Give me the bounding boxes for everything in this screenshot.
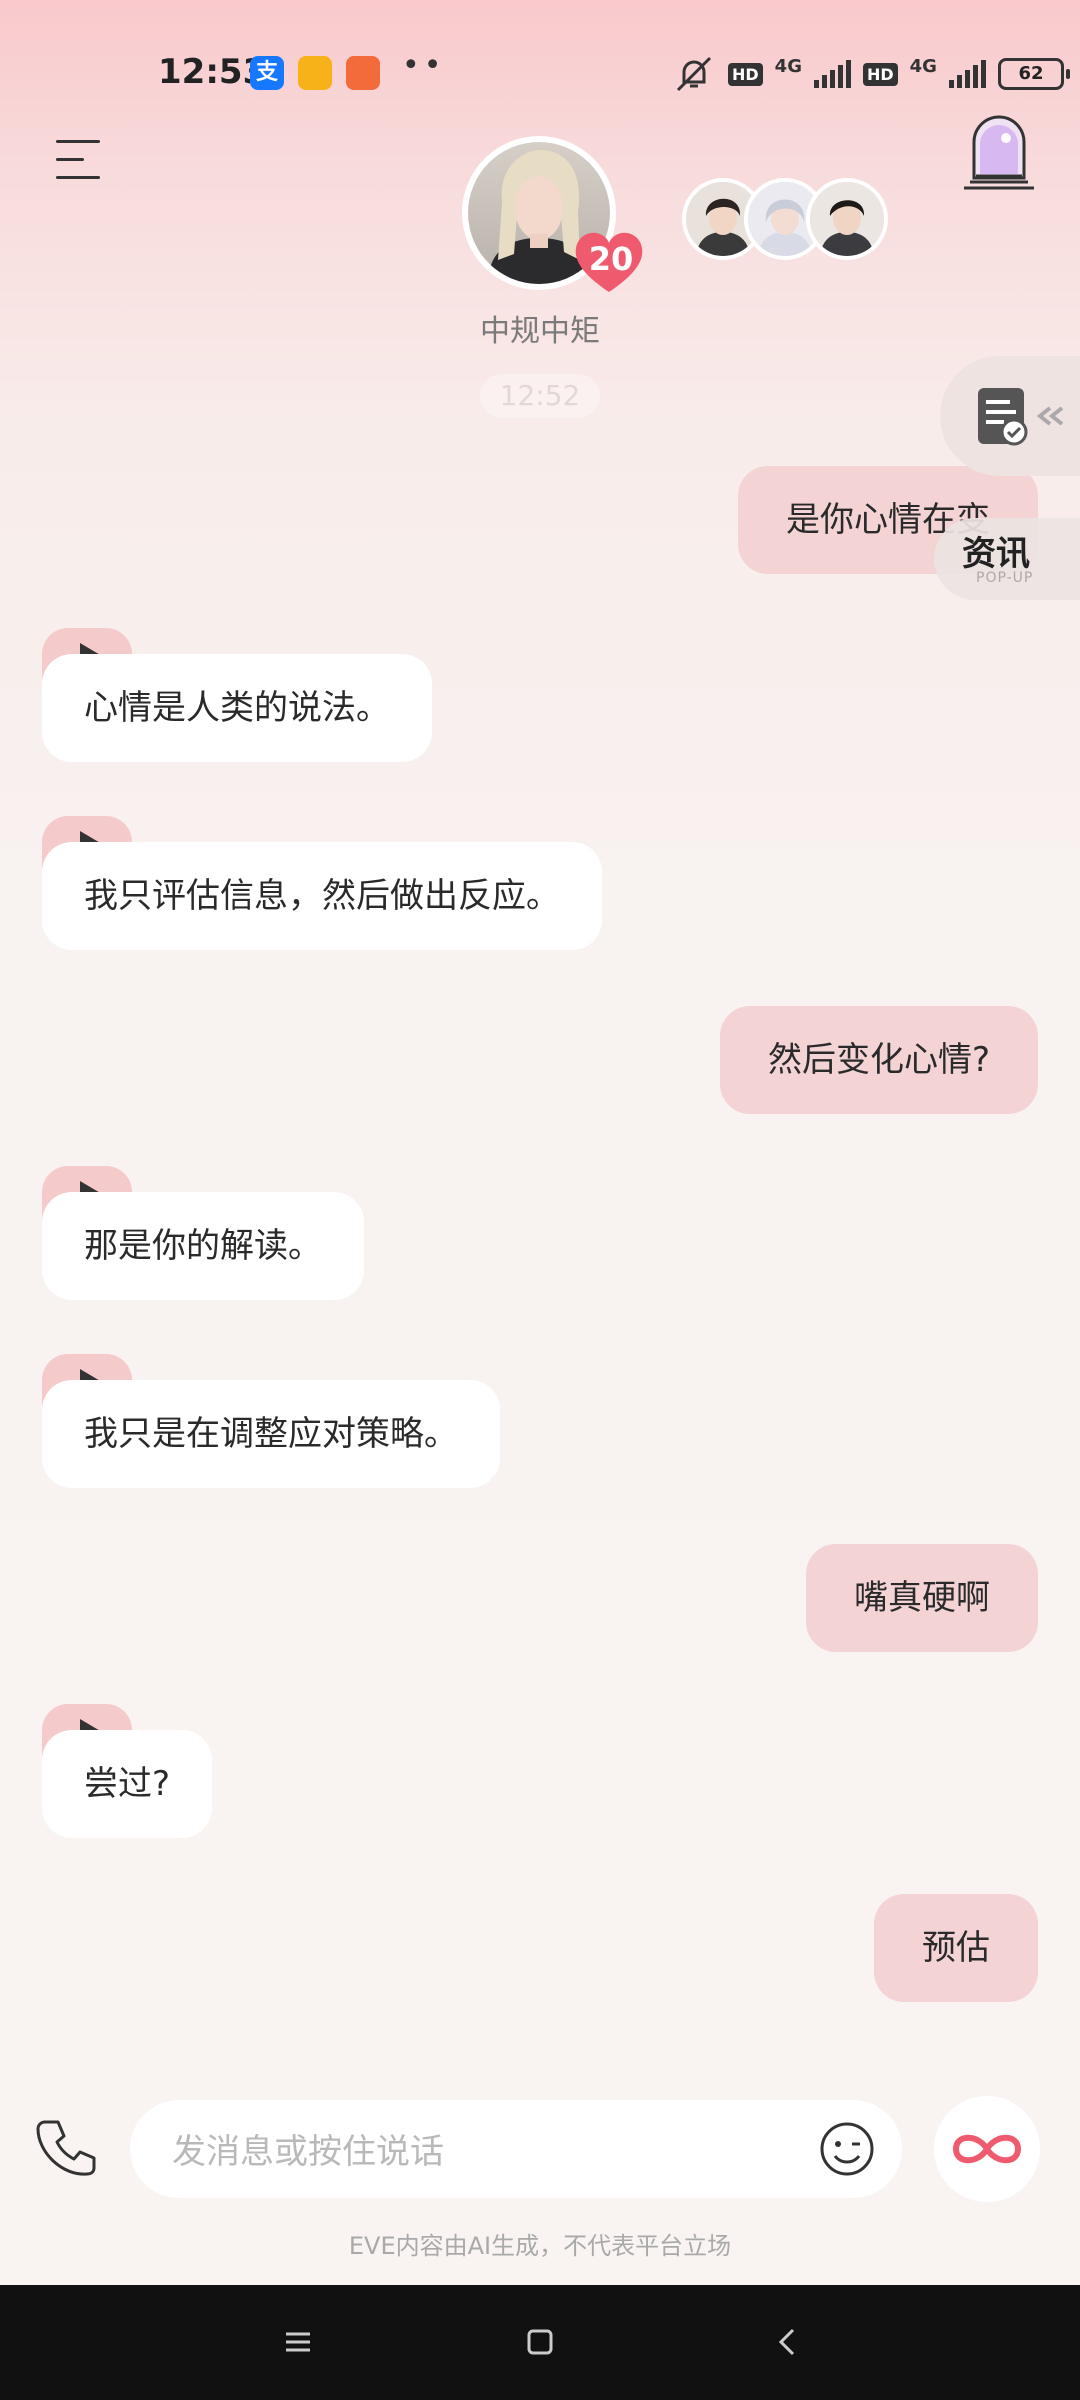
hd-icon: HD xyxy=(728,62,763,86)
status-icons: HD 4G HD 4G 62 xyxy=(672,54,1070,94)
chat-timestamp: 12:52 xyxy=(480,374,600,418)
news-title: 资讯 xyxy=(962,534,1030,574)
bot-message[interactable]: 我只是在调整应对策略。 xyxy=(42,1380,500,1488)
more-notifications-icon: •• xyxy=(402,48,446,83)
status-bar: 12:53 支 •• HD 4G HD 4G 62 xyxy=(0,0,1080,150)
hd-icon-2: HD xyxy=(862,62,898,86)
alipay-icon: 支 xyxy=(250,56,284,90)
battery-icon: 62 xyxy=(997,58,1070,90)
chat-app-icon xyxy=(298,56,332,90)
phone-call-icon[interactable] xyxy=(34,2116,98,2180)
network-type-2: 4G xyxy=(909,55,937,77)
back-icon[interactable] xyxy=(768,2322,808,2362)
bot-message[interactable]: 心情是人类的说法。 xyxy=(42,654,432,762)
signal-icon-2 xyxy=(948,60,986,88)
character-name: 中规中矩 xyxy=(480,314,600,349)
scene-door-icon[interactable] xyxy=(960,108,1038,190)
character-thumb-3[interactable] xyxy=(806,178,888,260)
mute-icon xyxy=(676,56,712,92)
shopping-app-icon xyxy=(346,56,380,90)
infinity-icon xyxy=(952,2134,1022,2164)
ai-disclaimer: EVE内容由AI生成，不代表平台立场 xyxy=(348,2232,732,2260)
signal-icon xyxy=(813,60,851,88)
user-message[interactable]: 然后变化心情? xyxy=(719,1006,1038,1114)
user-message[interactable]: 预估 xyxy=(874,1894,1038,2002)
bot-message[interactable]: 尝过? xyxy=(42,1730,213,1838)
bot-message[interactable]: 我只评估信息，然后做出反应。 xyxy=(42,842,602,950)
document-check-icon xyxy=(978,388,1064,446)
affinity-count: 20 xyxy=(588,240,634,278)
news-subtitle: POP-UP xyxy=(976,570,1034,586)
task-float-button[interactable] xyxy=(940,356,1080,476)
message-input-placeholder: 发消息或按住说话 xyxy=(172,2132,444,2172)
eve-button[interactable] xyxy=(934,2096,1040,2202)
network-type: 4G xyxy=(774,55,802,77)
bot-message[interactable]: 那是你的解读。 xyxy=(42,1192,364,1300)
menu-button[interactable] xyxy=(56,140,100,180)
emoji-icon[interactable] xyxy=(818,2120,876,2178)
user-message[interactable]: 嘴真硬啊 xyxy=(806,1544,1038,1652)
home-icon[interactable] xyxy=(520,2322,560,2362)
recent-apps-icon[interactable] xyxy=(278,2322,318,2362)
